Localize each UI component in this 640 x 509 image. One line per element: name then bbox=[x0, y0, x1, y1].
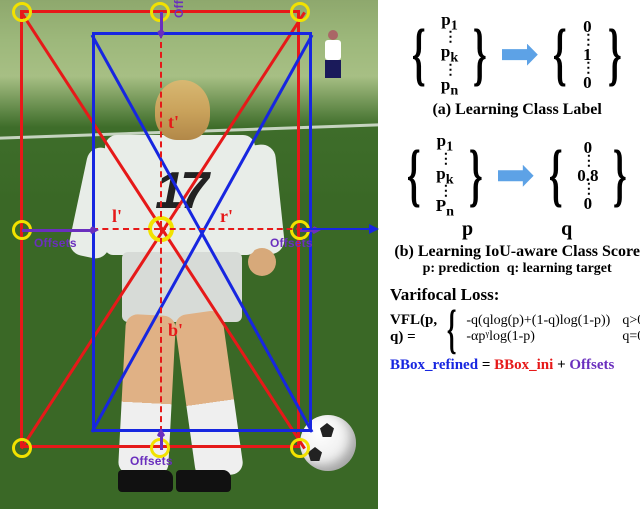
brace-icon: { bbox=[447, 309, 457, 349]
pointer-arrow-icon bbox=[302, 228, 376, 230]
dim-label-right: r' bbox=[220, 206, 233, 227]
brace-icon: } bbox=[608, 27, 622, 83]
dim-label-left: l' bbox=[112, 206, 122, 227]
dim-label-top: t' bbox=[168, 112, 179, 133]
maps-to-arrow-icon bbox=[502, 44, 538, 66]
background-player bbox=[322, 30, 344, 80]
brace-icon: } bbox=[469, 148, 483, 204]
vfl-title: Varifocal Loss: bbox=[390, 285, 640, 305]
star-point-icon bbox=[12, 2, 32, 22]
panel-b-vectors: { p1 ⋮ pk ⋮ Pn } { 0⋮ 0.8⋮ 0 } bbox=[390, 131, 640, 220]
offset-label-right: Offsets bbox=[270, 236, 313, 250]
pq-legend: p: prediction q: learning target bbox=[390, 261, 640, 277]
star-point-icon bbox=[290, 2, 310, 22]
vfl-case2-cond: q=0 bbox=[622, 329, 640, 345]
dim-line-top bbox=[160, 32, 162, 227]
vfl-equation: VFL(p, q) = { -q(qlog(p)+(1-q)log(1-p)) q… bbox=[390, 309, 640, 349]
brace-icon: } bbox=[473, 27, 487, 83]
p-symbol: p bbox=[462, 218, 473, 241]
star-point-icon bbox=[12, 438, 32, 458]
offset-label-top: Offsets bbox=[172, 0, 186, 18]
prediction-vector: p1 ⋮ pk ⋮ pn bbox=[441, 10, 458, 99]
target-vector: 0⋮ 1⋮ 0 bbox=[581, 17, 593, 93]
dim-label-bottom: b' bbox=[168, 320, 183, 341]
brace-icon: { bbox=[412, 27, 426, 83]
star-point-icon bbox=[290, 438, 310, 458]
vfl-case2-expr: -αpᵞlog(1-p) bbox=[466, 329, 535, 345]
offset-label-left: Offsets bbox=[34, 236, 77, 250]
maps-to-arrow-icon bbox=[498, 165, 534, 187]
panel-a-vectors: { p1 ⋮ pk ⋮ pn } { 0⋮ 1⋮ 0 } bbox=[390, 10, 640, 99]
vfl-lhs: VFL(p, q) = bbox=[390, 312, 437, 346]
annotated-image: 17 t' l' r' b' Offsets bbox=[0, 0, 378, 509]
panel-b-caption: (b) Learning IoU-aware Class Score bbox=[390, 243, 640, 261]
q-symbol: q bbox=[561, 218, 572, 241]
target-vector: 0⋮ 0.8⋮ 0 bbox=[577, 138, 598, 214]
brace-icon: } bbox=[613, 148, 627, 204]
dim-line-right bbox=[160, 228, 312, 230]
panel-a-caption: (a) Learning Class Label bbox=[390, 101, 640, 119]
bbox-equation: BBox_refined = BBox_ini + Offsets bbox=[390, 357, 640, 374]
brace-icon: { bbox=[549, 148, 563, 204]
vfl-case1-cond: q>0 bbox=[622, 313, 640, 329]
dim-line-bottom bbox=[160, 228, 162, 432]
bbox-refined bbox=[92, 32, 312, 432]
vfl-case1-expr: -q(qlog(p)+(1-q)log(1-p)) bbox=[466, 313, 610, 329]
explanation-panel: { p1 ⋮ pk ⋮ pn } { 0⋮ 1⋮ 0 } (a) Learnin… bbox=[378, 0, 640, 509]
prediction-vector: p1 ⋮ pk ⋮ Pn bbox=[436, 131, 454, 220]
offset-label-bottom: Offsets bbox=[130, 454, 173, 468]
brace-icon: { bbox=[407, 148, 421, 204]
brace-icon: { bbox=[553, 27, 567, 83]
